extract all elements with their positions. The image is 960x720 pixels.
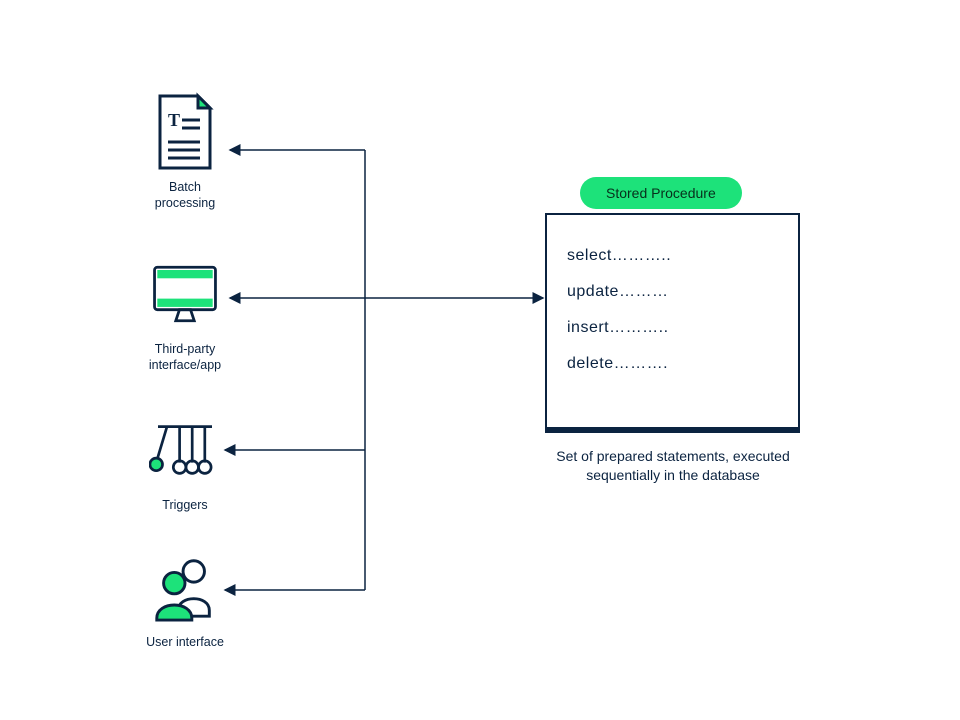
monitor-icon <box>149 252 221 336</box>
node-label: Triggers <box>115 498 255 514</box>
node-label: Third-partyinterface/app <box>115 342 255 373</box>
node-batch-processing: T Batchprocessing <box>115 90 255 211</box>
sql-statement: insert……….. <box>567 319 778 337</box>
stored-procedure-caption: Set of prepared statements, executed seq… <box>538 447 808 485</box>
pendulum-icon <box>149 408 221 492</box>
document-text-icon: T <box>149 90 221 174</box>
node-triggers: Triggers <box>115 408 255 514</box>
sql-statement: update……… <box>567 283 778 301</box>
stored-procedure-box: select……….. update……… insert……….. delete… <box>545 213 800 433</box>
node-label: User interface <box>115 635 255 651</box>
sql-statement: delete………. <box>567 355 778 373</box>
node-user-interface: User interface <box>115 545 255 651</box>
node-label: Batchprocessing <box>115 180 255 211</box>
sql-statement: select……….. <box>567 247 778 265</box>
node-third-party: Third-partyinterface/app <box>115 252 255 373</box>
users-icon <box>149 545 221 629</box>
stored-procedure-pill: Stored Procedure <box>580 177 742 209</box>
svg-text:T: T <box>168 110 180 130</box>
